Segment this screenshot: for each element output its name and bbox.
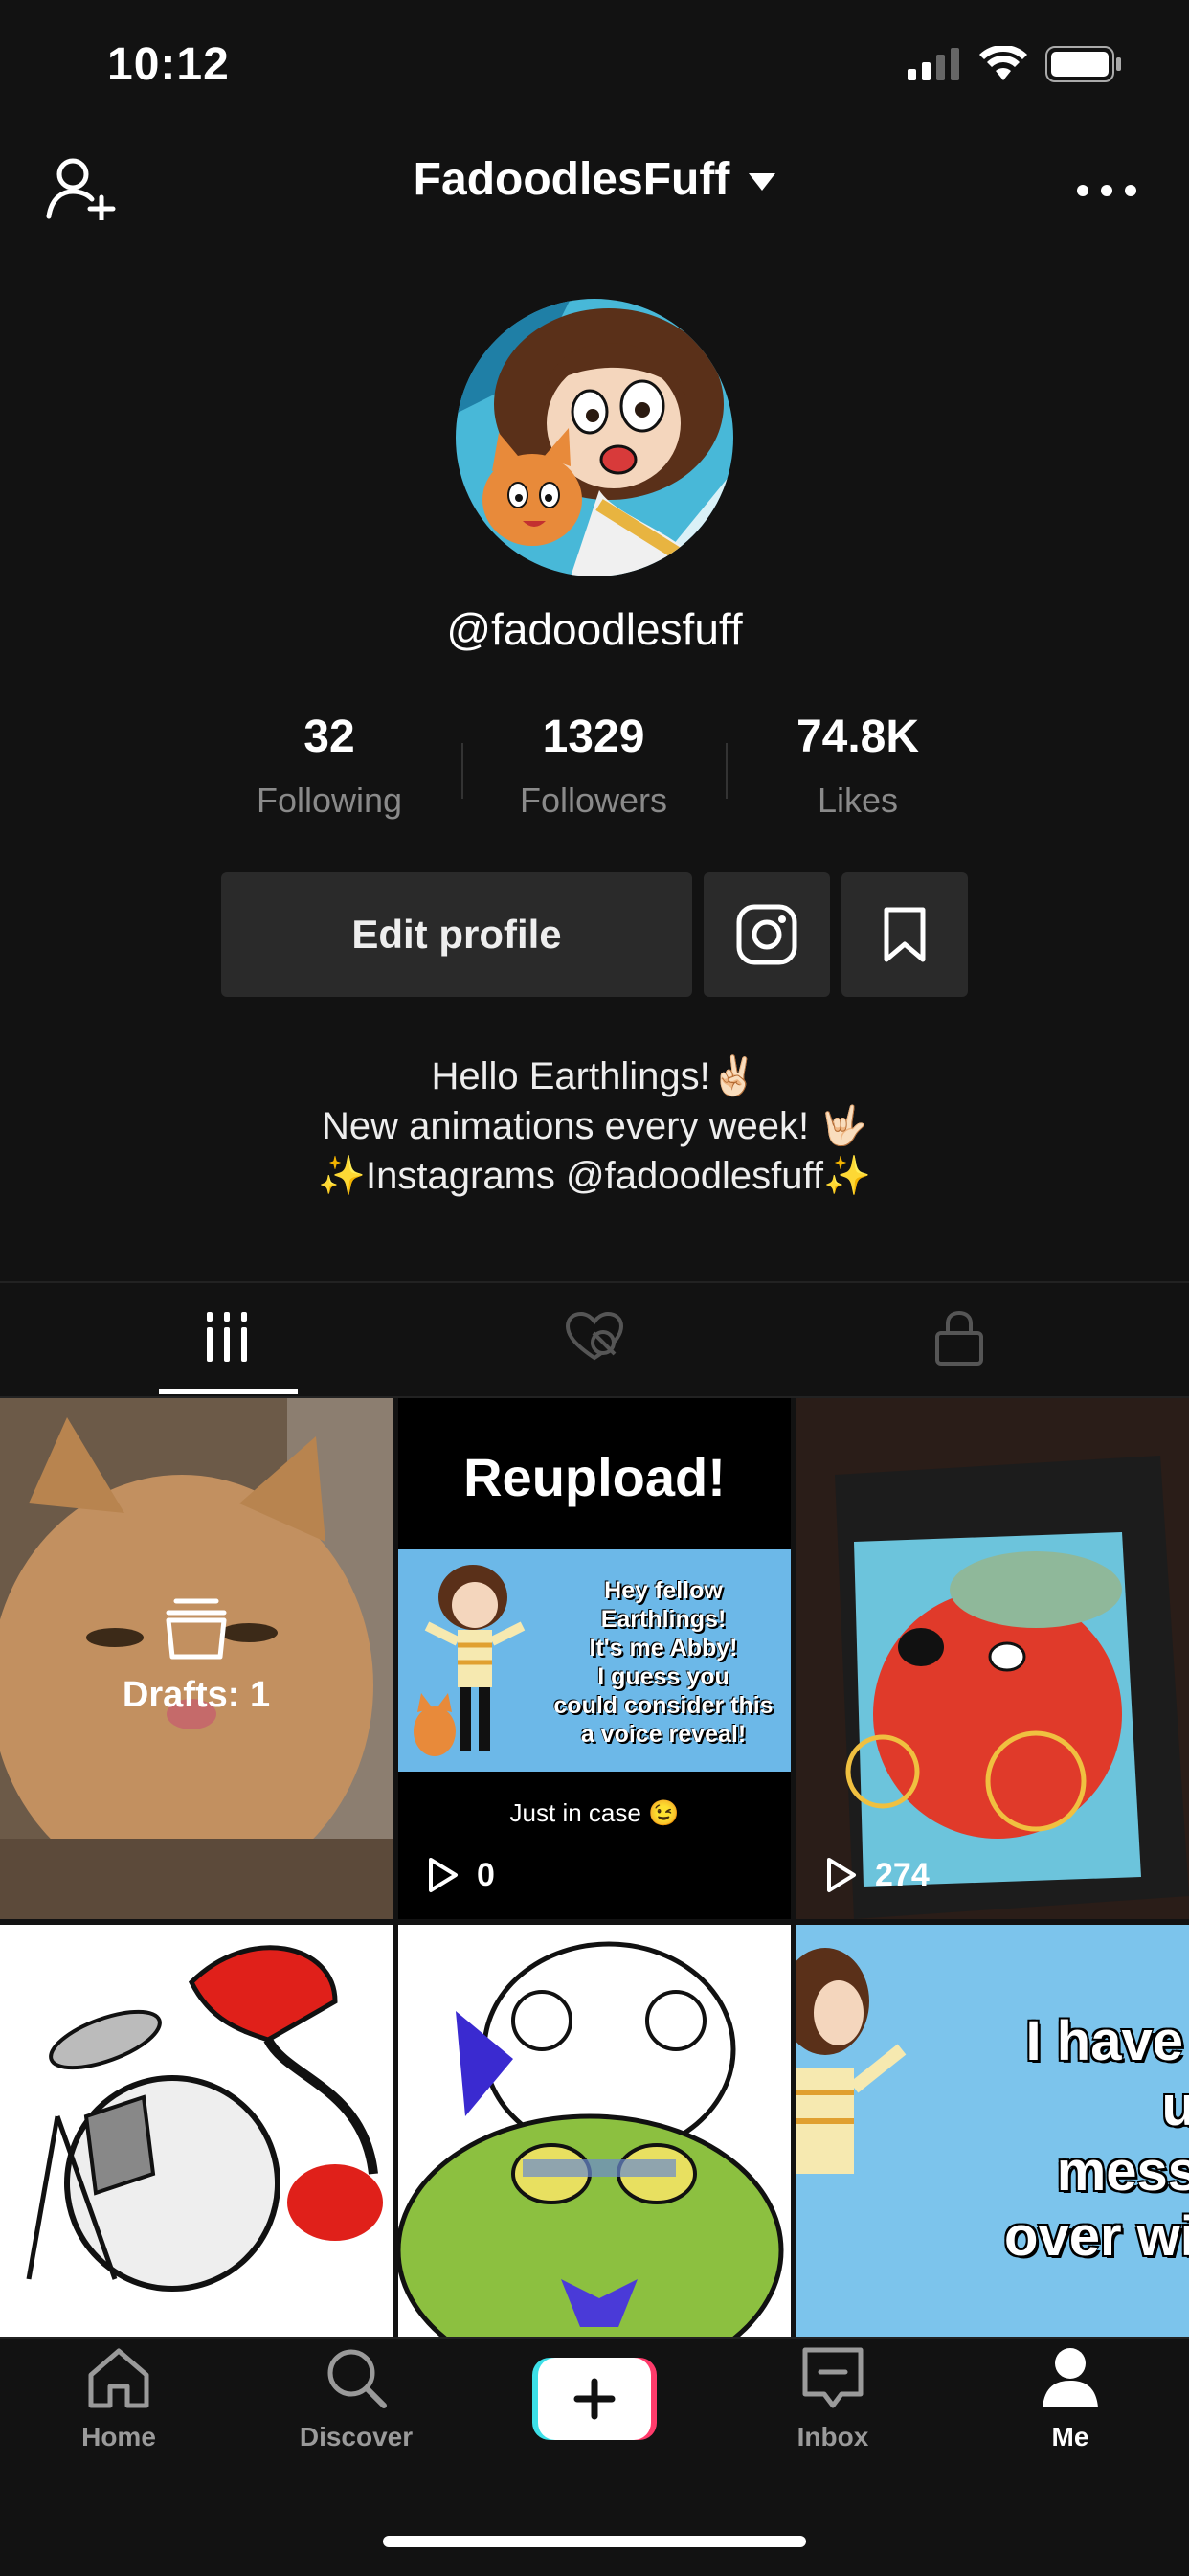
video-tile[interactable] [0, 1925, 393, 2337]
video-thumbnail [0, 1925, 393, 2337]
tile-text-line: upda [1161, 2075, 1189, 2137]
drafts-label: Drafts: 1 [122, 1675, 271, 1715]
bookmark-icon [884, 907, 926, 962]
grid-bars-icon [207, 1312, 247, 1362]
tile-text-line: I have an i [1025, 2010, 1189, 2072]
bio-line: ✨Instagrams @fadoodlesfuff✨ [318, 1155, 871, 1197]
character-illustration [414, 1565, 526, 1756]
account-switcher[interactable]: FadoodlesFuff [0, 153, 1189, 206]
stat-followers[interactable]: 1329 Followers [469, 711, 718, 821]
favorites-button[interactable] [841, 872, 968, 997]
video-tile[interactable]: 274 [796, 1398, 1189, 1919]
instagram-icon [736, 904, 797, 965]
card-line: could consider this [553, 1692, 774, 1719]
card-line: It's me Abby! [589, 1635, 738, 1661]
edit-profile-label: Edit profile [351, 912, 562, 957]
signal-icon [908, 48, 959, 80]
inbox-icon [802, 2347, 864, 2408]
tile-text-line: over with y [1004, 2205, 1189, 2268]
avatar-illustration [456, 299, 733, 576]
view-count-value: 274 [875, 1856, 930, 1893]
nav-label: Discover [299, 2422, 414, 2452]
video-tile[interactable] [398, 1925, 791, 2337]
card-line: a voice reveal! [580, 1721, 747, 1748]
stat-label: Followers [519, 780, 668, 820]
nav-label: Me [1051, 2422, 1089, 2452]
video-thumbnail [796, 1398, 1189, 1919]
view-count: 274 [825, 1856, 930, 1894]
plus-icon [573, 2378, 616, 2420]
battery-icon [1045, 46, 1121, 82]
stat-divider [726, 743, 728, 799]
stat-label: Following [256, 780, 403, 820]
tile-headline: Reupload! [463, 1447, 726, 1507]
drafts-overlay: Drafts: 1 [0, 1597, 393, 1716]
tile-card: Hey fellow Earthlings! It's me Abby! I g… [398, 1549, 791, 1772]
card-line: Hey fellow Earthlings! [600, 1577, 727, 1633]
play-icon [827, 1858, 856, 1892]
play-icon [429, 1858, 458, 1892]
status-time: 10:12 [107, 39, 230, 90]
stat-divider [461, 743, 463, 799]
create-button[interactable] [532, 2358, 657, 2440]
wifi-icon [979, 46, 1027, 80]
tile-text-line: message [1056, 2140, 1189, 2203]
drafts-box-icon [166, 1598, 227, 1660]
view-count: 0 [427, 1856, 495, 1894]
bio-line: Hello Earthlings!✌🏻 [431, 1055, 758, 1097]
nav-label: Inbox [796, 2422, 869, 2452]
drafts-tile[interactable]: Drafts: 1 [0, 1398, 393, 1919]
nav-discover[interactable]: Discover [260, 2346, 452, 2452]
card-line: I guess you [597, 1663, 729, 1690]
tile-card-text: Hey fellow Earthlings! It's me Abby! I g… [544, 1576, 783, 1749]
nav-home[interactable]: Home [23, 2346, 214, 2452]
tile-text: I have an i upda message over with y [911, 2009, 1189, 2270]
nav-me[interactable]: Me [975, 2346, 1166, 2452]
nav-inbox[interactable]: Inbox [737, 2346, 929, 2452]
tab-videos[interactable] [205, 1312, 249, 1367]
username-title: FadoodlesFuff [413, 154, 730, 205]
tab-liked[interactable] [565, 1311, 624, 1367]
profile-handle: @fadoodlesfuff [446, 604, 743, 654]
status-icons [908, 46, 1122, 82]
tab-indicator [159, 1389, 298, 1394]
edit-profile-button[interactable]: Edit profile [221, 872, 692, 997]
lock-icon [935, 1310, 983, 1366]
instagram-button[interactable] [704, 872, 830, 997]
home-indicator[interactable] [383, 2536, 806, 2547]
avatar[interactable] [456, 299, 733, 576]
search-icon [327, 2349, 387, 2408]
profile-bio: Hello Earthlings!✌🏻 New animations every… [0, 1051, 1189, 1201]
video-tile[interactable]: Reupload! Hey fellow Earthlings! It's me… [398, 1398, 791, 1919]
stat-value: 32 [303, 712, 355, 762]
more-icon [1077, 185, 1136, 196]
bio-line: New animations every week! 🤟🏻 [321, 1105, 868, 1147]
stat-value: 1329 [542, 712, 645, 762]
tab-private[interactable] [934, 1310, 984, 1370]
stat-following[interactable]: 32 Following [205, 711, 454, 821]
stat-likes[interactable]: 74.8K Likes [733, 711, 982, 821]
chevron-down-icon [749, 173, 776, 192]
stat-label: Likes [817, 780, 899, 820]
hidden-heart-icon [565, 1311, 624, 1361]
video-tile[interactable]: I have an i upda message over with y [796, 1925, 1189, 2337]
tile-caption: Just in case 😉 [509, 1798, 680, 1827]
video-thumbnail [398, 1925, 791, 2337]
more-options-button[interactable] [1076, 184, 1137, 202]
home-icon [88, 2348, 149, 2408]
stat-value: 74.8K [796, 712, 920, 762]
nav-label: Home [81, 2422, 156, 2452]
person-icon [1043, 2348, 1098, 2407]
view-count-value: 0 [477, 1856, 495, 1893]
